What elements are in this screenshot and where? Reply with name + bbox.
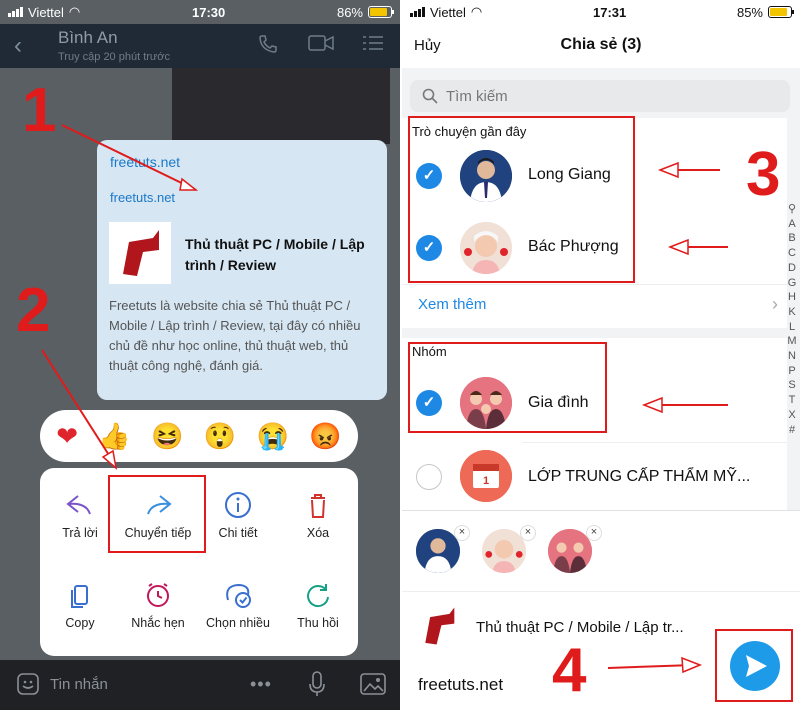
step-number-3: 3 — [746, 140, 781, 209]
right-screen: Viettel ◠ 17:31 85% Hủy Chia sẻ (3) Tìm … — [402, 0, 800, 710]
step-number-1: 1 — [22, 76, 57, 145]
left-screen: Viettel ◠ 17:30 86% ‹ Bình An Truy cập 2… — [0, 0, 400, 710]
step-number-4: 4 — [552, 636, 587, 705]
annotation-arrows — [41, 124, 199, 470]
step-number-2: 2 — [16, 276, 51, 345]
annotation-arrows — [607, 161, 728, 674]
